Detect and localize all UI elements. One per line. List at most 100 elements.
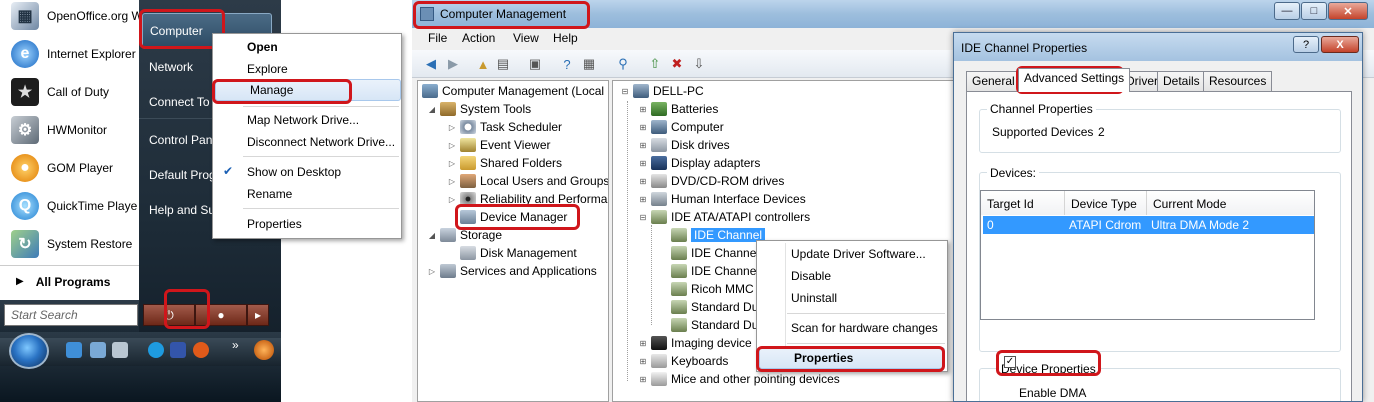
quicklaunch-explorer-icon[interactable] [90, 342, 106, 358]
start-menu-network[interactable]: Network [139, 50, 203, 84]
dialog-close-button[interactable]: X [1321, 36, 1359, 53]
device-standard-dual-2[interactable]: Standard Du [671, 316, 758, 334]
col-device-type[interactable]: Device Type [1065, 191, 1147, 215]
tree-event-viewer[interactable]: ▷ Event Viewer [446, 136, 550, 154]
device-hid[interactable]: ⊞ Human Interface Devices [637, 190, 806, 208]
close-button[interactable]: ✕ [1328, 2, 1368, 20]
chevron-double-right-icon[interactable]: » [232, 338, 239, 352]
collapse-icon: ◢ [428, 230, 436, 240]
device-computer[interactable]: ⊞ Computer [637, 118, 724, 136]
device-manager-icon [460, 210, 476, 224]
up-folder-icon[interactable]: ▲ [474, 55, 492, 73]
menu-rename[interactable]: Rename [213, 183, 403, 205]
menu-uninstall[interactable]: Uninstall [757, 287, 949, 309]
tree-shared-folders[interactable]: ▷ Shared Folders [446, 154, 562, 172]
quicklaunch-recycle-icon[interactable] [112, 342, 128, 358]
device-keyboards[interactable]: ⊞ Keyboards [637, 352, 728, 370]
power-options-button[interactable]: ▸ [247, 304, 269, 326]
col-current-mode[interactable]: Current Mode [1147, 191, 1314, 215]
menu-properties[interactable]: Properties [759, 347, 945, 369]
menu-action[interactable]: Action [462, 31, 495, 45]
tree-local-users-groups[interactable]: ▷ Local Users and Groups [446, 172, 608, 190]
disable-device-icon[interactable]: ⇩ [690, 55, 708, 73]
col-target-id[interactable]: Target Id [981, 191, 1065, 215]
device-ricoh-mmc[interactable]: Ricoh MMC [671, 280, 754, 298]
tree-task-scheduler[interactable]: ▷ Task Scheduler [446, 118, 562, 136]
menu-update-driver[interactable]: Update Driver Software... [757, 243, 949, 265]
menu-properties[interactable]: Properties [213, 213, 403, 235]
menu-help[interactable]: Help [553, 31, 578, 45]
minimize-button[interactable]: — [1274, 2, 1300, 20]
enable-dma-label[interactable]: Enable DMA [1019, 386, 1086, 400]
program-system-restore[interactable]: ↻ System Restore [0, 225, 139, 263]
device-mice[interactable]: ⊞ Mice and other pointing devices [637, 370, 840, 388]
start-menu-control-panel[interactable]: Control Pan [139, 123, 222, 157]
menu-view[interactable]: View [513, 31, 539, 45]
quicklaunch-desktop-icon[interactable] [66, 342, 82, 358]
program-quicktime[interactable]: Q QuickTime Playe [0, 187, 139, 225]
program-internet-explorer[interactable]: e Internet Explorer [0, 35, 139, 73]
tree-reliability-performance[interactable]: ▷ Reliability and Performa [446, 190, 607, 208]
quicklaunch-skype-icon[interactable] [148, 342, 164, 358]
device-display-adapters[interactable]: ⊞ Display adapters [637, 154, 760, 172]
program-openoffice[interactable]: ▦ OpenOffice.org W [0, 0, 143, 35]
device-batteries[interactable]: ⊞ Batteries [637, 100, 718, 118]
power-button[interactable]: ⏻ [143, 304, 195, 326]
close-icon: X [1336, 38, 1344, 51]
device-standard-dual-1[interactable]: Standard Du [671, 298, 758, 316]
expand-icon: ▷ [428, 266, 436, 276]
maximize-button[interactable]: □ [1301, 2, 1327, 20]
quicklaunch-save-icon[interactable] [170, 342, 186, 358]
tree-disk-management[interactable]: Disk Management [460, 244, 577, 262]
tab-general[interactable]: General [966, 71, 1021, 91]
menu-map-network-drive[interactable]: Map Network Drive... [213, 109, 403, 131]
start-search-input[interactable]: Start Search [4, 304, 138, 326]
table-row[interactable]: 0 ATAPI Cdrom Ultra DMA Mode 2 [983, 216, 1314, 234]
menu-file[interactable]: File [428, 31, 447, 45]
tree-device-manager[interactable]: Device Manager [460, 208, 567, 226]
forward-icon[interactable]: ▶ [444, 55, 462, 73]
menu-explore[interactable]: Explore [213, 58, 403, 80]
start-orb-icon[interactable] [9, 333, 49, 369]
update-driver-icon[interactable]: ⇧ [646, 55, 664, 73]
tree-storage[interactable]: ◢ Storage [426, 226, 502, 244]
taskbar-firefox-icon[interactable] [254, 340, 274, 360]
tab-resources[interactable]: Resources [1203, 71, 1273, 91]
show-action-pane-icon[interactable]: ▦ [580, 55, 598, 73]
program-gom-player[interactable]: ● GOM Player [0, 149, 139, 187]
help-button[interactable]: ? [1293, 36, 1319, 53]
back-icon[interactable]: ◀ [422, 55, 440, 73]
tree-computer-management[interactable]: Computer Management (Local [422, 82, 604, 100]
menu-disable[interactable]: Disable [757, 265, 949, 287]
device-ide-channel-3[interactable]: IDE Channe [671, 262, 756, 280]
tree-services-applications[interactable]: ▷ Services and Applications [426, 262, 597, 280]
show-tree-icon[interactable]: ▤ [494, 55, 512, 73]
menu-open[interactable]: Open [213, 36, 403, 58]
menu-disconnect-network-drive[interactable]: Disconnect Network Drive... [213, 131, 403, 153]
device-ide-channel-selected[interactable]: IDE Channel [671, 226, 766, 244]
enable-dma-checkbox[interactable]: ✓ [1004, 356, 1016, 368]
uninstall-icon[interactable]: ✖ [668, 55, 686, 73]
lock-button[interactable]: ● [195, 304, 247, 326]
quicklaunch-firefox-icon[interactable] [193, 342, 209, 358]
program-call-of-duty[interactable]: ★ Call of Duty [0, 73, 139, 111]
device-ide-channel-2[interactable]: IDE Channe [671, 244, 756, 262]
menu-scan-hardware[interactable]: Scan for hardware changes [757, 317, 949, 339]
help-icon[interactable]: ? [558, 55, 576, 73]
device-dvd-drives[interactable]: ⊞ DVD/CD-ROM drives [637, 172, 784, 190]
scan-hardware-icon[interactable]: ⚲ [614, 55, 632, 73]
device-imaging[interactable]: ⊞ Imaging device [637, 334, 752, 352]
tree-system-tools[interactable]: ◢ System Tools [426, 100, 531, 118]
menu-show-on-desktop[interactable]: Show on Desktop [213, 161, 403, 183]
disk-icon [460, 246, 476, 260]
tab-advanced-settings[interactable]: Advanced Settings [1018, 68, 1131, 92]
device-root[interactable]: ⊟ DELL-PC [619, 82, 704, 100]
system-tools-icon [440, 102, 456, 116]
device-disk-drives[interactable]: ⊞ Disk drives [637, 136, 730, 154]
program-hwmonitor[interactable]: ⚙ HWMonitor [0, 111, 139, 149]
properties-icon[interactable]: ▣ [526, 55, 544, 73]
device-ide-controllers[interactable]: ⊟ IDE ATA/ATAPI controllers [637, 208, 810, 226]
menu-manage[interactable]: Manage [215, 79, 401, 101]
tab-details[interactable]: Details [1157, 71, 1206, 91]
all-programs-button[interactable]: ▶ All Programs [0, 265, 139, 297]
